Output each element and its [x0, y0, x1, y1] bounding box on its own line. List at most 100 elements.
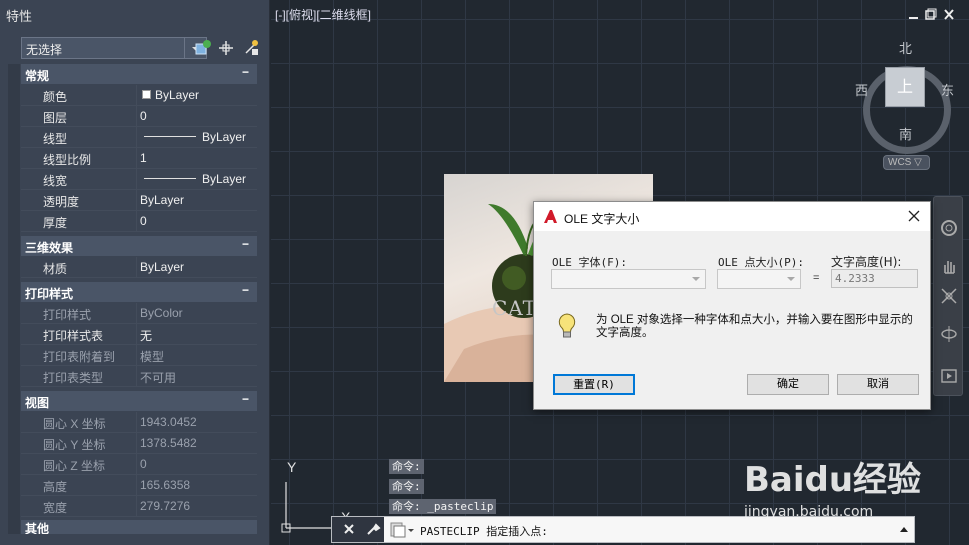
prop-value[interactable]: 0 — [136, 211, 257, 231]
ok-button[interactable]: 确定 — [747, 374, 829, 395]
section-title: 其他 — [25, 522, 50, 534]
dialog-titlebar[interactable]: OLE 文字大小 — [534, 202, 930, 231]
ole-point-size-label: OLE 点大小(P): — [718, 256, 804, 269]
orbit-icon[interactable] — [940, 325, 958, 343]
close-icon[interactable] — [332, 517, 384, 542]
prop-value: 0 — [136, 454, 257, 474]
close-icon[interactable] — [906, 208, 922, 224]
prop-label: 圆心 Z 坐标 — [43, 459, 105, 473]
prop-label: 线宽 — [43, 174, 68, 188]
prop-value[interactable]: ByLayer — [136, 169, 257, 189]
prop-label: 线型比例 — [43, 153, 92, 167]
wcs-menu[interactable]: WCS ▽ — [883, 155, 930, 170]
prop-row-height[interactable]: 高度 165.6358 — [21, 475, 257, 496]
prop-value[interactable]: ByLayer — [136, 257, 257, 277]
command-history-line: 命令: — [389, 479, 424, 494]
line-sample-icon — [144, 177, 196, 179]
prop-label: 透明度 — [43, 195, 80, 209]
baidu-watermark: Baidu经验 jingyan.baidu.com — [744, 448, 964, 528]
prop-row-material[interactable]: 材质 ByLayer — [21, 257, 257, 278]
prop-row-plot-table-attached[interactable]: 打印表附着到 模型 — [21, 345, 257, 366]
prop-value[interactable]: ByLayer — [136, 127, 257, 147]
viewcube[interactable]: 北 西 东 南 上 — [855, 41, 954, 154]
prop-value: 模型 — [136, 345, 257, 365]
prop-row-plot-table-type[interactable]: 打印表类型 不可用 — [21, 366, 257, 387]
selection-row: 无选择 — [21, 37, 265, 59]
section-view[interactable]: 视图 − — [21, 391, 257, 411]
pan-hand-icon[interactable] — [940, 257, 958, 275]
prop-value: 279.7276 — [136, 496, 257, 516]
prop-label: 厚度 — [43, 216, 68, 230]
ole-font-combo[interactable] — [551, 269, 706, 289]
prop-row-width[interactable]: 宽度 279.7276 — [21, 496, 257, 517]
prop-label: 宽度 — [43, 501, 68, 515]
text-height-label: 文字高度(H): — [831, 255, 902, 269]
line-sample-icon — [144, 135, 196, 137]
prop-row-color[interactable]: 颜色 ByLayer — [21, 85, 257, 106]
prop-row-linetype[interactable]: 线型 ByLayer — [21, 127, 257, 148]
ole-font-label: OLE 字体(F): — [552, 256, 627, 269]
text-height-field[interactable]: 4.2333 — [831, 269, 918, 288]
prop-row-transparency[interactable]: 透明度 ByLayer — [21, 190, 257, 211]
compass-north[interactable]: 北 — [899, 38, 912, 57]
prop-label: 打印表附着到 — [43, 350, 116, 364]
section-general[interactable]: 常规 − — [21, 64, 257, 84]
prop-row-plot-style-table[interactable]: 打印样式表 无 — [21, 324, 257, 345]
command-history-line: 命令: — [389, 459, 424, 474]
ucs-y-label: Y — [287, 459, 297, 475]
prop-value[interactable]: ByLayer — [136, 190, 257, 210]
prop-value: 1378.5482 — [136, 433, 257, 453]
cancel-button[interactable]: 取消 — [837, 374, 919, 395]
collapse-icon[interactable]: − — [242, 392, 249, 406]
prop-row-linetype-scale[interactable]: 线型比例 1 — [21, 148, 257, 169]
ole-point-size-combo[interactable] — [717, 269, 801, 289]
select-objects-icon[interactable] — [217, 39, 235, 57]
prop-row-center-y[interactable]: 圆心 Y 坐标 1378.5482 — [21, 433, 257, 454]
prop-label: 打印样式表 — [43, 329, 104, 343]
prop-row-plot-style[interactable]: 打印样式 ByColor — [21, 303, 257, 324]
zoom-extents-icon[interactable] — [940, 287, 958, 305]
section-3d-effects[interactable]: 三维效果 − — [21, 236, 257, 256]
autocad-logo-icon — [544, 210, 557, 223]
compass-south[interactable]: 南 — [899, 124, 912, 143]
section-plot-style[interactable]: 打印样式 − — [21, 282, 257, 302]
image-overlay-text: CAT — [492, 296, 537, 320]
prop-label: 打印表类型 — [43, 371, 104, 385]
dialog-hint-text: 为 OLE 对象选择一种字体和点大小，并输入要在图形中显示的文字高度。 — [596, 314, 913, 339]
viewcube-top-face[interactable]: 上 — [885, 67, 925, 107]
command-prompt[interactable]: PASTECLIP 指定插入点: — [420, 523, 548, 539]
steering-wheel-icon[interactable] — [940, 219, 958, 237]
section-title: 打印样式 — [25, 287, 74, 301]
collapse-icon[interactable]: − — [242, 237, 249, 251]
compass-west[interactable]: 西 — [855, 80, 868, 99]
prop-row-center-z[interactable]: 圆心 Z 坐标 0 — [21, 454, 257, 475]
reset-button[interactable]: 重置(R) — [553, 374, 635, 395]
prop-label: 圆心 Y 坐标 — [43, 438, 106, 452]
compass-east[interactable]: 东 — [941, 80, 954, 99]
prop-row-lineweight[interactable]: 线宽 ByLayer — [21, 169, 257, 190]
viewport-controls[interactable]: [-][俯视][二维线框] — [275, 6, 371, 23]
prop-row-center-x[interactable]: 圆心 X 坐标 1943.0452 — [21, 412, 257, 433]
collapse-icon[interactable]: − — [242, 283, 249, 297]
prop-value[interactable]: 无 — [136, 324, 257, 344]
command-line-tools — [332, 517, 384, 542]
showmotion-icon[interactable] — [940, 367, 958, 385]
palette-side-strip[interactable] — [8, 64, 20, 534]
collapse-icon[interactable]: − — [242, 65, 249, 79]
recent-commands-icon[interactable] — [390, 521, 416, 539]
window-buttons-icon[interactable] — [909, 8, 959, 22]
prop-label: 打印样式 — [43, 308, 92, 322]
section-title: 视图 — [25, 396, 50, 410]
selection-dropdown[interactable]: 无选择 — [21, 37, 185, 59]
toggle-pickadd-icon[interactable] — [194, 39, 212, 57]
prop-value: ByColor — [136, 303, 257, 323]
prop-value[interactable]: 1 — [136, 148, 257, 168]
quick-select-icon[interactable] — [242, 39, 260, 57]
watermark-url: jingyan.baidu.com — [744, 504, 874, 520]
prop-value[interactable]: 0 — [136, 106, 257, 126]
prop-row-layer[interactable]: 图层 0 — [21, 106, 257, 127]
prop-row-thickness[interactable]: 厚度 0 — [21, 211, 257, 232]
prop-label: 线型 — [43, 132, 68, 146]
section-misc[interactable]: 其他 — [21, 520, 257, 534]
prop-value[interactable]: ByLayer — [136, 85, 257, 105]
